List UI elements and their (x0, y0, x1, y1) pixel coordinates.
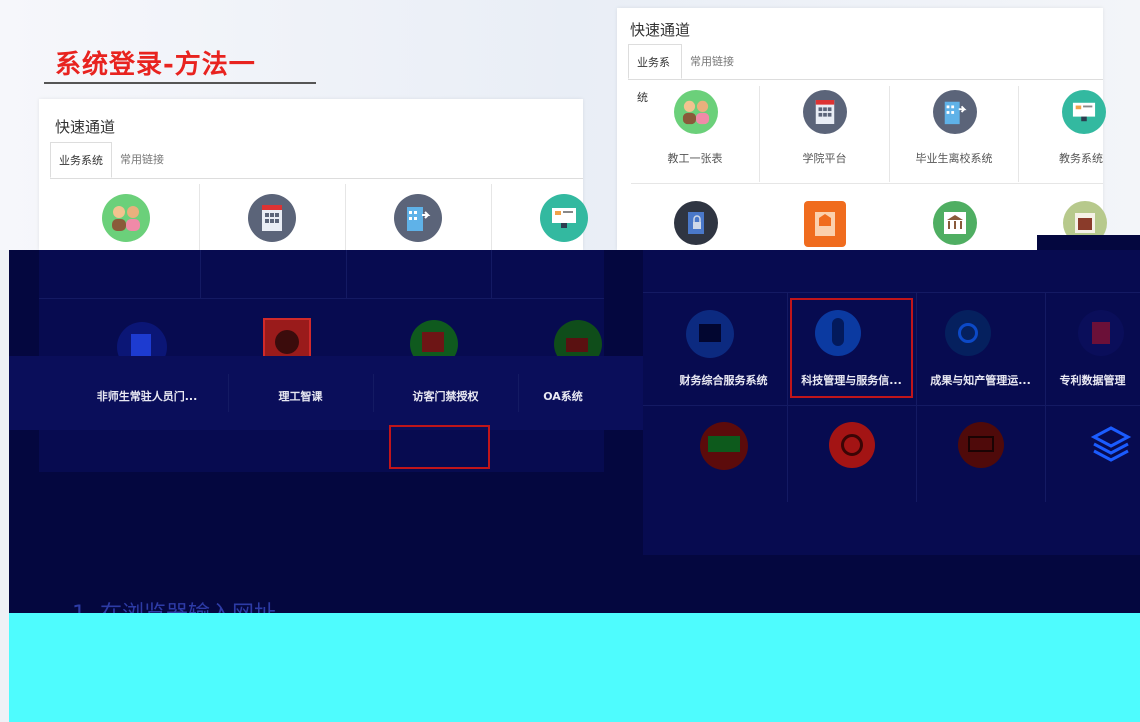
app-label-finance[interactable]: 财务综合服务系统 (660, 372, 787, 388)
app-tile-graduate-leave[interactable]: 毕业生离校系统 (890, 86, 1019, 182)
panel-heading: 快速通道 (630, 21, 691, 39)
app-label: 毕业生离校系统 (915, 152, 993, 165)
cell-divider (916, 292, 917, 502)
lock-door-icon[interactable] (674, 201, 718, 245)
building-icon (803, 90, 847, 134)
finance-icon[interactable] (686, 310, 734, 358)
tab-business-systems[interactable]: 业务系统 (628, 44, 682, 104)
app-tile[interactable] (200, 184, 346, 250)
cell-divider (787, 292, 788, 502)
app-label: 教务系统 (1059, 152, 1103, 165)
rent-icon[interactable] (700, 422, 748, 470)
classroom-screen-icon (540, 194, 588, 242)
cell-divider (1045, 292, 1046, 502)
tab-bar: 业务系统 常用链接 (628, 44, 1103, 104)
tab-bar: 业务系统 常用链接 (50, 142, 583, 179)
building-arrow-icon (394, 194, 442, 242)
people-icon (674, 90, 718, 134)
layers-icon[interactable] (1088, 422, 1134, 468)
book-cover-icon[interactable] (804, 201, 846, 247)
app-tile[interactable] (492, 184, 588, 250)
cell-divider (200, 250, 201, 298)
app-label-oa[interactable]: OA系统 (518, 388, 608, 404)
app-label-smart-course[interactable]: 理工智课 (228, 388, 373, 404)
highlight-box-left (389, 425, 490, 469)
panel-heading: 快速通道 (55, 118, 116, 136)
party-emblem-icon[interactable] (829, 422, 875, 468)
app-label-visitor-gate[interactable]: 访客门禁授权 (373, 388, 518, 404)
bank-icon[interactable] (933, 201, 977, 245)
tab-common-links[interactable]: 常用链接 (112, 142, 176, 178)
building-icon (248, 194, 296, 242)
row-divider (643, 292, 1140, 293)
monitor-icon[interactable] (958, 422, 1004, 468)
app-tile[interactable] (55, 184, 200, 250)
copyright-icon[interactable] (945, 310, 991, 356)
classroom-screen-icon (1062, 90, 1106, 134)
right-panel-dark-region (643, 250, 1140, 555)
app-tile-staff-form[interactable]: 教工一张表 (631, 86, 760, 182)
app-tile[interactable] (346, 184, 492, 250)
app-label-patent[interactable]: 专利数据管理 (1045, 372, 1140, 388)
tab-business-systems[interactable]: 业务系统 (50, 142, 112, 178)
building-arrow-icon (933, 90, 977, 134)
app-tile-academic-affairs[interactable]: 教务系统 (1019, 86, 1106, 182)
title-underline (44, 82, 316, 84)
patent-icon[interactable] (1078, 310, 1124, 356)
app-tile-college-platform[interactable]: 学院平台 (760, 86, 890, 182)
slide-title: 系统登录-方法一 (55, 50, 256, 80)
row-divider (643, 405, 1140, 406)
highlight-box-right (790, 298, 913, 398)
left-quick-access-panel: 快速通道 业务系统 常用链接 (39, 99, 588, 250)
right-quick-access-panel: 快速通道 业务系统 常用链接 教工一张表 学院平台 毕业生离校系统 教务系统 (617, 8, 1107, 250)
tab-common-links[interactable]: 常用链接 (682, 44, 744, 79)
app-label-non-resident-portal[interactable]: 非师生常驻人员门... (66, 388, 228, 404)
row-divider (39, 298, 604, 299)
app-label: 教工一张表 (667, 152, 723, 165)
people-icon (102, 194, 150, 242)
app-label: 学院平台 (802, 152, 847, 165)
cell-divider (346, 250, 347, 298)
app-label-ip-management[interactable]: 成果与知产管理运... (916, 372, 1045, 388)
cell-divider (491, 250, 492, 298)
row-divider (631, 183, 1103, 184)
cyan-overlay-band (9, 613, 1140, 722)
